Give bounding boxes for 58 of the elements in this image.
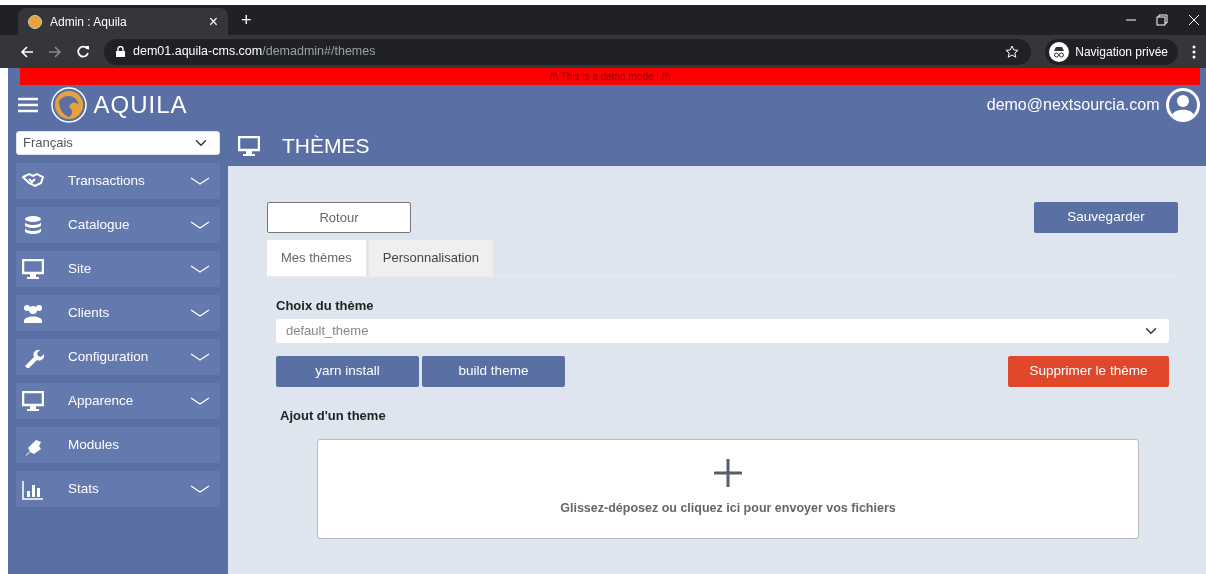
chevron-down-icon (190, 221, 210, 229)
users-icon (22, 302, 44, 324)
sidebar-item[interactable]: Transactions (16, 163, 220, 199)
back-icon[interactable] (20, 44, 34, 59)
tab-title: Admin : Aquila (50, 13, 128, 31)
user-email[interactable]: demo@nextsourcia.com (986, 93, 1160, 117)
close-tab-button[interactable]: × (208, 9, 218, 34)
logo-icon (51, 87, 87, 123)
forward-icon[interactable] (48, 44, 62, 59)
monitor-icon (238, 135, 260, 156)
chevron-down-icon (190, 353, 210, 361)
sidebar-item[interactable]: Configuration (16, 339, 220, 375)
chevron-down-icon (190, 309, 210, 317)
page-title: THÈMES (282, 132, 370, 159)
demo-banner: /!\ This is a demo mode ! /!\ (20, 68, 1200, 85)
sidebar-item[interactable]: Stats (16, 471, 220, 507)
chevron-down-icon (190, 265, 210, 273)
chevron-down-icon (190, 177, 210, 185)
chevron-down-icon (190, 397, 210, 405)
plus-icon (714, 459, 742, 488)
monitor-icon (22, 258, 44, 280)
delete-button[interactable]: Supprimer le thème (1008, 355, 1169, 387)
theme-select[interactable]: default_theme (276, 318, 1169, 343)
more-icon[interactable] (1192, 44, 1196, 59)
sidebar-item[interactable]: Apparence (16, 383, 220, 419)
restore-icon[interactable] (1156, 14, 1168, 26)
chevron-down-icon (190, 485, 210, 493)
sidebar-item[interactable]: Clients (16, 295, 220, 331)
database-icon (22, 214, 44, 236)
bar-chart-icon (22, 478, 44, 500)
back-button[interactable]: Rotour (267, 202, 411, 233)
new-tab-button[interactable]: + (228, 5, 265, 35)
save-button[interactable]: Sauvegarder (1034, 202, 1178, 233)
field-label: Choix du thème (276, 297, 374, 315)
url-text: dem01.aquila-cms.com/demadmin#/themes (133, 43, 377, 61)
upload-dropzone[interactable]: Glissez-déposez ou cliquez ici pour envoyer vos fichiers (317, 438, 1139, 539)
monitor-icon (22, 390, 44, 412)
lock-icon (116, 46, 125, 57)
incognito-icon (1048, 41, 1069, 62)
language-select[interactable]: Français (16, 131, 220, 155)
action-button[interactable]: build theme (422, 355, 565, 387)
sidebar-item[interactable]: Catalogue (16, 207, 220, 243)
browser-tab[interactable]: Admin : Aquila × (18, 8, 228, 35)
tab[interactable]: Mes thèmes (267, 239, 366, 276)
action-button[interactable]: yarn install (276, 355, 419, 387)
section-heading: Ajout d'un theme (280, 407, 386, 426)
sidebar-item[interactable]: Modules (16, 427, 220, 463)
close-icon[interactable] (1187, 14, 1200, 26)
address-bar[interactable]: dem01.aquila-cms.com/demadmin#/themes (104, 38, 1031, 65)
upload-hint: Glissez-déposez ou cliquez ici pour envoyer vos fichiers (560, 500, 896, 518)
menu-icon[interactable] (18, 97, 38, 113)
brand-name: AQUILA (93, 90, 188, 120)
tab[interactable]: Personnalisation (368, 239, 493, 276)
sidebar-item[interactable]: Site (16, 251, 220, 287)
star-icon[interactable] (1004, 44, 1019, 59)
reload-icon[interactable] (76, 44, 90, 59)
logo-icon (28, 14, 42, 29)
avatar-icon[interactable] (1166, 88, 1200, 122)
